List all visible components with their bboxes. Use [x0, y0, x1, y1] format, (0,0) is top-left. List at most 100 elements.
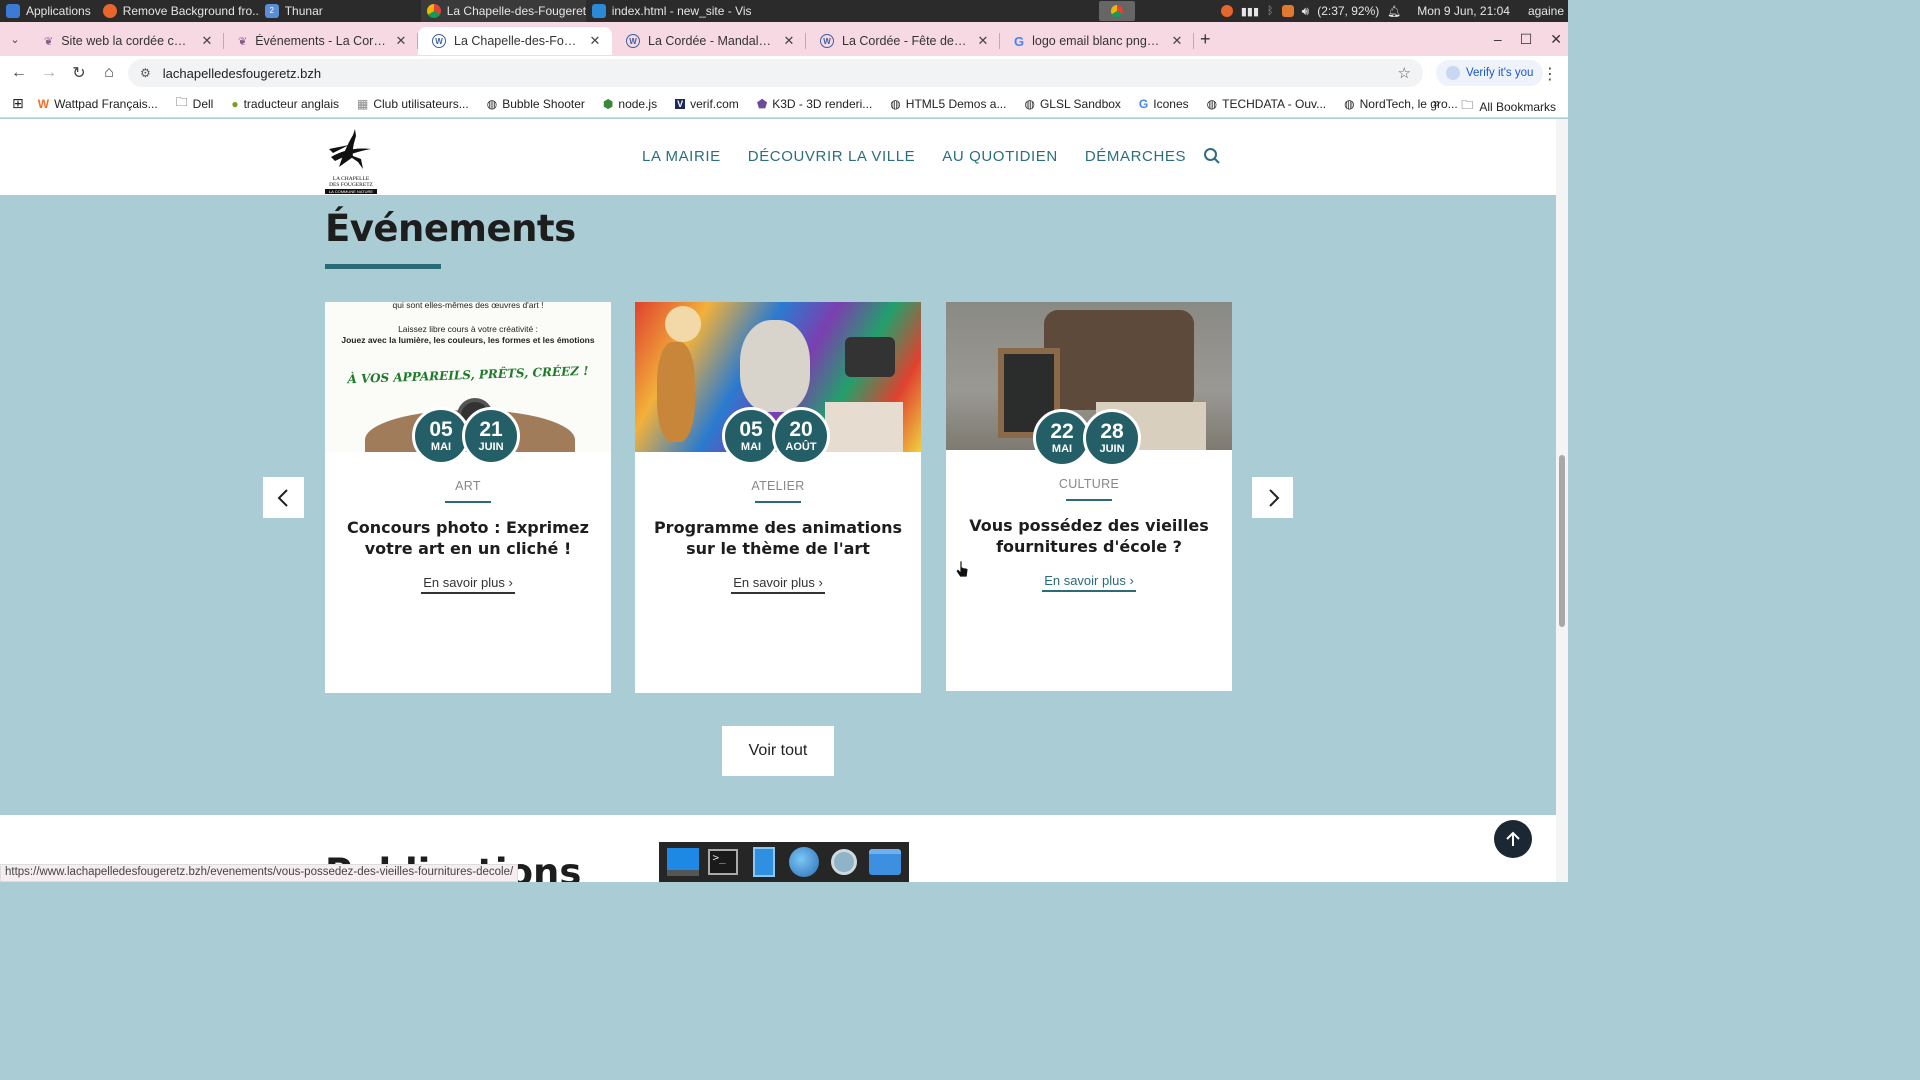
- system-panel: Applications Remove Background fro... 2 …: [0, 0, 1568, 22]
- close-window-icon[interactable]: ✕: [1550, 31, 1562, 48]
- folder-icon[interactable]: [868, 846, 902, 878]
- browser-menu-icon[interactable]: ⋮: [1542, 64, 1558, 84]
- taskbar-item-thunar[interactable]: 2 Thunar: [259, 0, 421, 22]
- tab-3-active[interactable]: W La Chapelle-des-Fougeretz ✕: [418, 27, 612, 55]
- taskbar-item-remove-bg[interactable]: Remove Background fro...: [97, 0, 259, 22]
- all-bookmarks-button[interactable]: 🗀︎ All Bookmarks: [1461, 96, 1556, 117]
- terminal-icon[interactable]: >_: [706, 846, 740, 878]
- window-controls: – ☐ ✕: [1494, 22, 1562, 56]
- end-date-badge: 20 AOÛT: [772, 407, 830, 465]
- back-icon[interactable]: ←: [4, 58, 34, 88]
- guitar-shape: [657, 342, 695, 442]
- globe-icon: ◍: [890, 96, 901, 111]
- notification-icon[interactable]: 🔔︎: [1387, 5, 1401, 18]
- bookmark-label: Wattpad Français...: [54, 96, 158, 111]
- tray-chrome-icon[interactable]: [1098, 1, 1135, 21]
- verify-button[interactable]: Verify it's you: [1436, 60, 1544, 86]
- nav-au-quotidien[interactable]: AU QUOTIDIEN: [942, 148, 1058, 165]
- search-app-icon[interactable]: [827, 846, 861, 878]
- nav-la-mairie[interactable]: LA MAIRIE: [642, 148, 721, 165]
- tab-6[interactable]: G logo email blanc png - Rech ✕: [1000, 27, 1194, 55]
- bookmark-k3d[interactable]: ⬟ K3D - 3D renderi...: [757, 97, 872, 111]
- site-info-icon[interactable]: ⚙: [140, 66, 151, 80]
- bookmarks-overflow-button[interactable]: »: [1433, 95, 1440, 110]
- close-tab-icon[interactable]: ✕: [782, 33, 796, 49]
- bookmark-nordtech[interactable]: ◍ NordTech, le gro...: [1344, 97, 1458, 111]
- minimize-icon[interactable]: –: [1494, 31, 1502, 47]
- taskbar-item-vscode[interactable]: index.html - new_site - Vis...: [586, 0, 751, 22]
- event-card-2[interactable]: 05 MAI 20 AOÛT ATELIER Programme des ani…: [635, 302, 921, 693]
- start-month: MAI: [740, 441, 762, 453]
- end-day: 20: [789, 418, 813, 441]
- apps-grid-icon[interactable]: ⊞: [12, 95, 24, 112]
- close-tab-icon[interactable]: ✕: [1170, 33, 1184, 49]
- tab-search-chevron-icon[interactable]: ⌄: [0, 24, 30, 54]
- tab-5[interactable]: W La Cordée - Fête des confitu ✕: [806, 27, 1000, 55]
- applications-menu[interactable]: Applications: [0, 0, 97, 22]
- category-underline: [1066, 499, 1112, 501]
- bookmark-star-icon[interactable]: ☆: [1398, 64, 1411, 82]
- event-title[interactable]: Concours photo : Exprimez votre art en u…: [343, 517, 593, 559]
- tab-4[interactable]: W La Cordée - Mandala sonore ✕: [612, 27, 806, 55]
- nav-demarches[interactable]: DÉMARCHES: [1085, 148, 1186, 165]
- new-tab-button[interactable]: +: [1200, 29, 1211, 50]
- event-more-link[interactable]: En savoir plus ›: [946, 573, 1232, 592]
- reload-icon[interactable]: ↻: [64, 58, 94, 88]
- bookmark-club[interactable]: ▦ Club utilisateurs...: [357, 97, 469, 111]
- web-browser-icon[interactable]: [787, 846, 821, 878]
- address-bar[interactable]: ⚙ lachapelledesfougeretz.bzh ☆: [128, 59, 1423, 87]
- nav-decouvrir-la-ville[interactable]: DÉCOUVRIR LA VILLE: [748, 148, 916, 165]
- package-icon[interactable]: [1281, 5, 1294, 17]
- google-icon: G: [1014, 33, 1025, 49]
- home-icon[interactable]: ⌂: [94, 58, 124, 88]
- site-header: LA CHAPELLE DES FOUGERETZ LA COMMUNE NAT…: [0, 119, 1556, 195]
- show-desktop-icon[interactable]: [666, 846, 700, 878]
- event-card-3[interactable]: 22 MAI 28 JUIN CULTURE Vous possédez des…: [946, 302, 1232, 691]
- event-more-link[interactable]: En savoir plus ›: [325, 575, 611, 594]
- close-tab-icon[interactable]: ✕: [200, 33, 214, 49]
- volume-icon[interactable]: 🔊︎: [1302, 4, 1310, 19]
- file-manager-icon[interactable]: [747, 846, 781, 878]
- image-slogan: À VOS APPAREILS, PRÊTS, CRÉEZ !: [347, 363, 589, 387]
- close-tab-icon[interactable]: ✕: [394, 33, 408, 49]
- category-underline: [445, 501, 491, 503]
- bookmark-verif[interactable]: Vverif.com: [675, 97, 739, 111]
- bookmark-html5[interactable]: ◍ HTML5 Demos a...: [890, 97, 1006, 111]
- vscode-icon: [591, 4, 606, 18]
- network-icon[interactable]: ▮▮▮: [1241, 5, 1259, 18]
- tab-1[interactable]: ❦ Site web la cordée coté clie ✕: [30, 27, 224, 55]
- scrollbar-thumb[interactable]: [1559, 455, 1565, 627]
- bookmark-techdata[interactable]: ◍ TECHDATA - Ouv...: [1207, 97, 1327, 111]
- bookmark-traducteur[interactable]: ● traducteur anglais: [231, 97, 339, 111]
- forward-icon[interactable]: →: [34, 58, 64, 88]
- page-scrollbar[interactable]: [1556, 119, 1568, 882]
- tray-firefox-icon[interactable]: [1220, 5, 1233, 17]
- applications-label: Applications: [26, 4, 91, 18]
- event-more-link[interactable]: En savoir plus ›: [635, 575, 921, 594]
- site-logo[interactable]: LA CHAPELLE DES FOUGERETZ LA COMMUNE NAT…: [325, 127, 377, 194]
- bookmark-dell[interactable]: 🗀︎ Dell: [176, 93, 214, 114]
- carousel-prev-button[interactable]: [263, 477, 304, 518]
- search-icon[interactable]: [1203, 147, 1221, 165]
- battery-indicator[interactable]: (2:37, 92%): [1317, 4, 1379, 18]
- carousel-next-button[interactable]: [1252, 477, 1293, 518]
- clock[interactable]: Mon 9 Jun, 21:04: [1417, 4, 1510, 18]
- verify-label: Verify it's you: [1466, 67, 1534, 79]
- voir-tout-button[interactable]: Voir tout: [722, 726, 834, 776]
- bookmark-nodejs[interactable]: ⬢ node.js: [603, 97, 657, 111]
- bookmark-wattpad[interactable]: W Wattpad Français...: [38, 97, 158, 111]
- taskbar-item-chrome[interactable]: La Chapelle-des-Fougeret...: [420, 0, 586, 22]
- close-tab-icon[interactable]: ✕: [976, 33, 990, 49]
- event-title[interactable]: Programme des animations sur le thème de…: [653, 517, 903, 559]
- event-card-1[interactable]: qui sont elles-mêmes des œuvres d'art ! …: [325, 302, 611, 693]
- tab-2[interactable]: ❦ Événements - La Cordée ✕: [224, 27, 418, 55]
- close-tab-icon[interactable]: ✕: [588, 33, 602, 49]
- bookmark-bubble-shooter[interactable]: ◍ Bubble Shooter: [487, 97, 585, 111]
- maximize-icon[interactable]: ☐: [1520, 31, 1533, 48]
- bookmark-icones[interactable]: G Icones: [1139, 97, 1189, 111]
- user-menu[interactable]: againe: [1528, 4, 1564, 18]
- event-title[interactable]: Vous possédez des vieilles fournitures d…: [964, 515, 1214, 557]
- bookmark-glsl[interactable]: ◍ GLSL Sandbox: [1024, 97, 1120, 111]
- bluetooth-icon[interactable]: ᛒ: [1267, 5, 1274, 17]
- back-to-top-button[interactable]: [1494, 820, 1532, 858]
